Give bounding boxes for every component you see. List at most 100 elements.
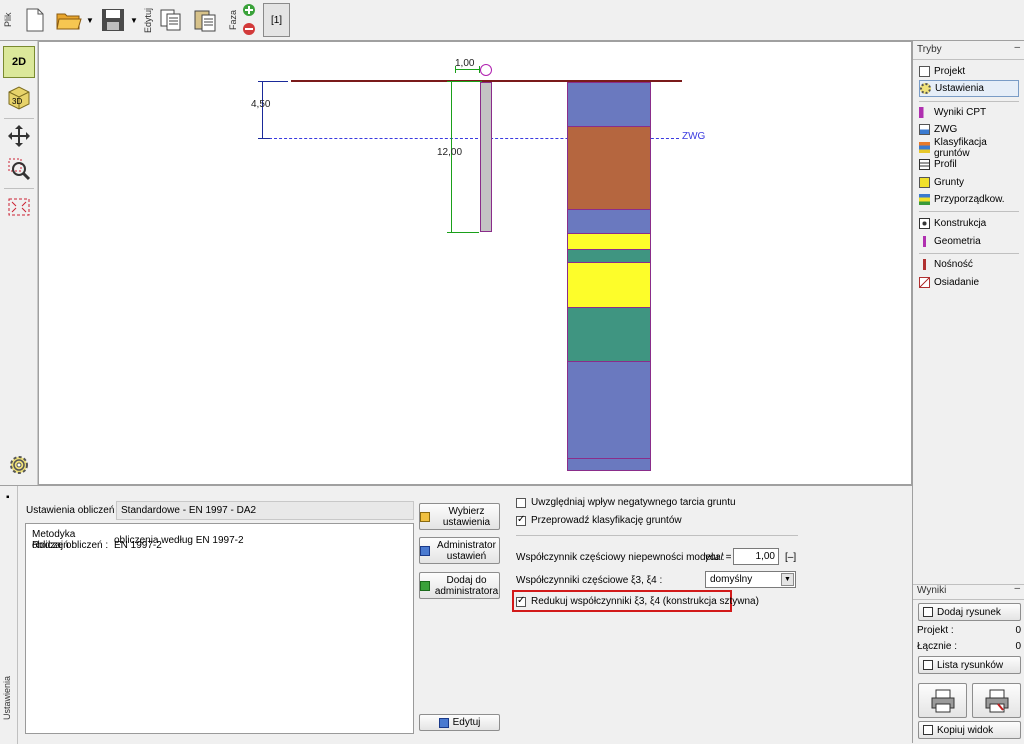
tab-phase[interactable]: Faza	[227, 2, 239, 38]
drawing-list-button[interactable]: Lista rysunków	[918, 656, 1021, 674]
cpt-probe-marker	[480, 64, 492, 76]
printer-export-icon	[985, 689, 1008, 712]
results-header: Wyniki –	[913, 583, 1024, 600]
soil-layer	[567, 209, 651, 233]
xi-factors-label: Współczynniki częściowe ξ3, ξ4 :	[516, 575, 663, 586]
right-panel: Tryby – Projekt Ustawienia Wyniki CPT ZWG…	[912, 41, 1024, 743]
mode-zwg[interactable]: ZWG	[919, 121, 1019, 138]
copy-data-icon[interactable]	[156, 4, 186, 36]
fit-extent-icon[interactable]	[3, 191, 35, 223]
select-settings-button[interactable]: Wybierz ustawienia	[419, 503, 500, 530]
soils-icon	[919, 177, 930, 188]
admin-icon	[420, 545, 430, 556]
water-table-icon	[919, 124, 930, 135]
add-drawing-button[interactable]: Dodaj rysunek	[918, 603, 1021, 621]
checkbox-checked[interactable]	[516, 514, 526, 526]
printer-icon	[931, 689, 954, 712]
bearing-capacity-icon	[919, 259, 930, 270]
document-icon	[919, 66, 930, 77]
mode-klasyfikacja[interactable]: Klasyfikacja gruntów	[919, 137, 1019, 159]
settings-gear-button[interactable]	[3, 449, 35, 481]
settlement-icon	[919, 277, 930, 288]
select-icon	[420, 511, 430, 522]
project-count-row: Projekt :0	[917, 625, 1021, 636]
settings-side-tab[interactable]: ▪ Ustawienia	[0, 486, 18, 744]
pile-shaft	[480, 82, 492, 232]
print-button[interactable]	[918, 683, 967, 718]
dimension-left-label: 4,50	[251, 99, 271, 110]
add-phase-icon[interactable]	[242, 3, 256, 17]
geometry-icon	[919, 236, 930, 247]
calc-type-row: Rodzaj obliczeń : EN 1997-2	[32, 540, 162, 551]
dimension-top-label: 1,00	[455, 58, 475, 69]
soil-layer	[567, 458, 651, 471]
water-table-label: ZWG	[682, 131, 706, 142]
new-file-icon[interactable]	[20, 4, 50, 36]
gamma-input[interactable]: 1,00	[733, 548, 779, 565]
mode-nosnosc[interactable]: Nośność	[919, 256, 1019, 273]
reduce-xi-checkbox[interactable]: Redukuj współczynniki ξ3, ξ4 (konstrukcj…	[516, 595, 759, 607]
view-toolbar: 2D 3D	[0, 41, 38, 485]
tab-file[interactable]: Plik	[2, 2, 14, 38]
calc-settings-value: Standardowe - EN 1997 - DA2	[116, 501, 414, 520]
soil-layer	[567, 262, 651, 307]
remove-phase-icon[interactable]	[242, 22, 256, 36]
xi-factors-select[interactable]: domyślny ▼	[705, 571, 796, 588]
assign-icon	[919, 194, 930, 205]
save-icon[interactable]	[98, 4, 128, 36]
settings-details-box: Metodyka obliczeń : obliczenia według EN …	[25, 523, 414, 734]
add-drawing-icon	[923, 607, 933, 617]
checkbox-unchecked[interactable]	[516, 497, 526, 508]
mode-osiadanie[interactable]: Osiadanie	[919, 274, 1019, 291]
settings-panel: ▪ Ustawienia Ustawienia obliczeń : Stand…	[0, 485, 912, 744]
drawing-canvas[interactable]: ZWG 4,50 12,00 1,00	[38, 41, 912, 485]
profile-icon	[919, 159, 930, 170]
cpt-results-icon	[919, 107, 930, 118]
view-3d-icon: 3D	[8, 86, 30, 110]
paste-data-icon[interactable]	[190, 4, 220, 36]
edit-button[interactable]: Edytuj	[419, 714, 500, 731]
mode-projekt[interactable]: Projekt	[919, 63, 1019, 80]
dimension-depth-label: 12,00	[437, 147, 463, 158]
soil-classification-icon	[919, 142, 930, 153]
add-to-admin-button[interactable]: Dodaj do administratora	[419, 572, 500, 599]
soil-layer	[567, 82, 651, 126]
checkbox-checked[interactable]	[516, 595, 526, 607]
copy-view-button[interactable]: Kopiuj widok	[918, 721, 1021, 739]
phase-1-button[interactable]: [1]	[263, 3, 290, 37]
view-3d-button[interactable]: 3D	[3, 81, 35, 113]
mode-grunty[interactable]: Grunty	[919, 174, 1019, 191]
copy-view-icon	[923, 725, 933, 735]
gear-icon	[10, 456, 28, 474]
open-dropdown-icon[interactable]: ▼	[86, 16, 94, 25]
save-dropdown-icon[interactable]: ▼	[130, 16, 138, 25]
main-toolbar: Plik ▼ ▼ Edytuj Faza [1]	[0, 0, 1024, 41]
print-export-button[interactable]	[972, 683, 1021, 718]
tab-edit[interactable]: Edytuj	[142, 2, 154, 38]
mode-profil[interactable]: Profil	[919, 156, 1019, 173]
negative-friction-checkbox[interactable]: Uwzględniaj wpływ negatywnego tarcia gru…	[516, 497, 736, 508]
mode-wyniki-cpt[interactable]: Wyniki CPT	[919, 104, 1019, 121]
svg-text:3D: 3D	[12, 97, 22, 106]
chevron-down-icon[interactable]: ▼	[781, 573, 794, 586]
soil-layer	[567, 307, 651, 361]
settings-admin-button[interactable]: Administrator ustawień	[419, 537, 500, 564]
soil-classification-checkbox[interactable]: Przeprowadź klasyfikację gruntów	[516, 514, 682, 526]
soil-layer	[567, 233, 651, 249]
gamma-unit: [–]	[785, 552, 797, 563]
mode-ustawienia[interactable]: Ustawienia	[919, 80, 1019, 97]
mode-przyporzadkowanie[interactable]: Przyporządkow.	[919, 191, 1019, 208]
model-factor-label: Współczynnik częściowy niepewności model…	[516, 552, 725, 563]
mode-geometria[interactable]: Geometria	[919, 233, 1019, 250]
view-2d-icon: 2D	[11, 56, 27, 68]
edit-icon	[438, 717, 449, 728]
zoom-window-icon[interactable]	[3, 153, 35, 185]
soil-layer	[567, 126, 651, 209]
mode-konstrukcja[interactable]: Konstrukcja	[919, 215, 1019, 232]
soil-layer	[567, 361, 651, 458]
view-2d-button[interactable]: 2D	[3, 46, 35, 78]
calc-settings-label: Ustawienia obliczeń :	[26, 505, 120, 516]
open-folder-icon[interactable]	[54, 4, 84, 36]
total-count-row: Łącznie :0	[917, 641, 1021, 652]
pan-move-icon[interactable]	[3, 120, 35, 152]
